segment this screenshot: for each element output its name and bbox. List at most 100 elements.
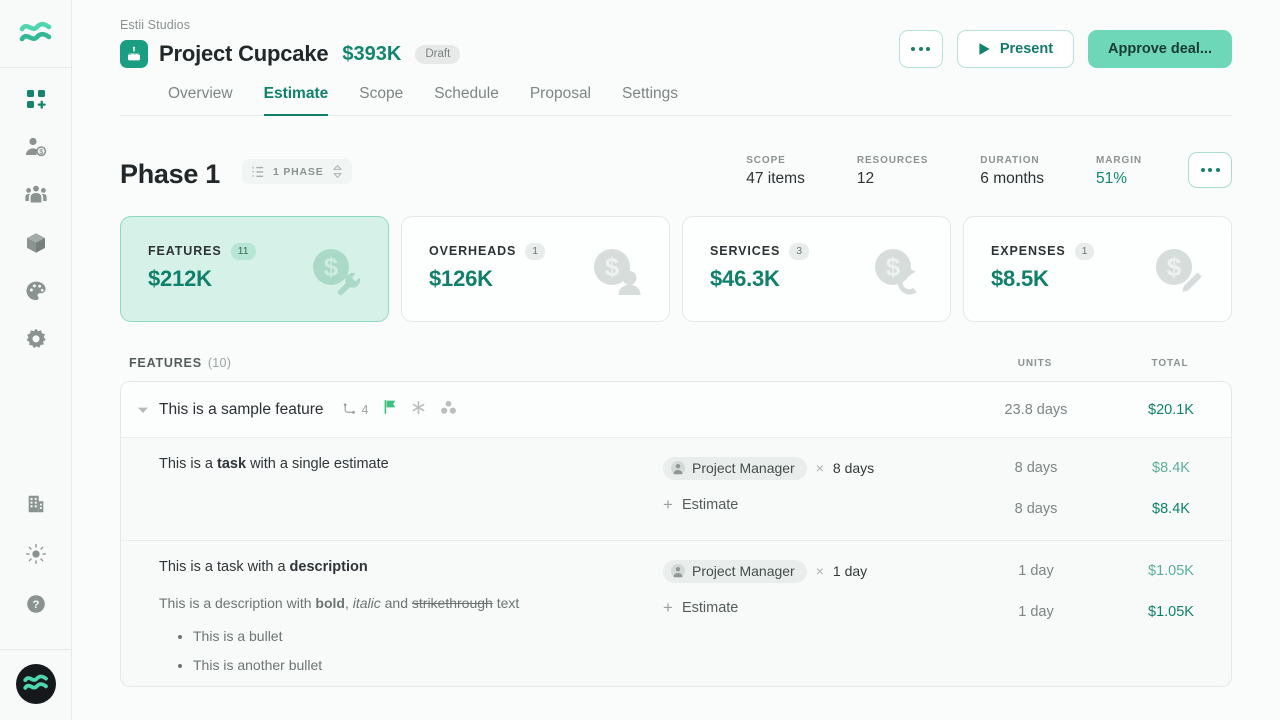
feature-meta-icons: 4 (342, 399, 457, 420)
user-avatar-container (0, 649, 71, 720)
dashboard-grid-plus-icon (26, 90, 46, 109)
column-header-total: TOTAL (1151, 357, 1189, 369)
present-button[interactable]: Present (956, 30, 1075, 68)
people-dots-icon[interactable] (440, 400, 457, 420)
subtask-count-icon (343, 402, 355, 414)
feature-units: 23.8 days (1004, 401, 1068, 418)
stat-scope-value: 47 items (746, 170, 805, 187)
sidebar-item-branding[interactable] (16, 274, 56, 308)
stat-scope-label: SCOPE (746, 155, 786, 166)
add-estimate-button[interactable]: + Estimate (663, 496, 738, 513)
task-units-2: 1 day (1018, 604, 1054, 620)
help-circle-icon: ? (26, 595, 45, 613)
person-dollar-icon: $ (25, 137, 46, 157)
desc-post: text (492, 594, 520, 611)
desc-mid: , (344, 594, 353, 611)
sidebar-item-theme-toggle[interactable] (16, 537, 56, 571)
task-estimate-column: Project Manager × 8 days + Estimate (661, 455, 961, 513)
sidebar: $ ? (0, 0, 72, 720)
subtask-count[interactable]: 4 (342, 403, 369, 417)
card-features[interactable]: FEATURES 11 $212K $ (120, 216, 389, 322)
sidebar-item-products[interactable] (16, 226, 56, 260)
table-row-task: This is a task with a description This i… (121, 541, 1231, 686)
phase-selector[interactable]: 1 PHASE (241, 159, 352, 184)
features-table: This is a sample feature 4 23.8 days $20… (120, 381, 1232, 687)
stat-duration: DURATION 6 months (980, 155, 1044, 188)
topbar: Estii Studios Project Cupcake $393K Draf… (72, 0, 1280, 116)
tab-estimate[interactable]: Estimate (263, 85, 329, 116)
tab-schedule[interactable]: Schedule (434, 85, 499, 116)
task-text-column[interactable]: This is a task with a single estimate (121, 455, 661, 475)
task-title-bold: task (217, 456, 247, 472)
multiply-symbol: × (815, 563, 824, 579)
task-title-pre: This is a (159, 456, 218, 472)
resource-pill[interactable]: Project Manager (663, 559, 807, 583)
table-row-feature[interactable]: This is a sample feature 4 23.8 days $20… (121, 382, 1231, 438)
sidebar-item-dashboard[interactable] (16, 82, 56, 116)
sidebar-item-settings[interactable] (16, 322, 56, 356)
dollar-wrench-icon: $ (310, 247, 364, 304)
task-main-line: This is a task with a single estimate Pr… (121, 438, 1231, 522)
task-bullet-list: This is a bullet This is another bullet (159, 627, 661, 674)
task-units-row-2: 8 days $8.4K (961, 496, 1231, 522)
sidebar-item-resources[interactable] (16, 178, 56, 212)
person-avatar-icon (671, 563, 685, 578)
caret-down-icon[interactable] (137, 406, 159, 414)
list-item: This is another bullet (193, 656, 661, 674)
palette-icon (26, 281, 45, 301)
project-value: $393K (342, 42, 402, 65)
task-text-column[interactable]: This is a task with a description This i… (121, 558, 661, 686)
tab-overview[interactable]: Overview (168, 85, 233, 116)
flag-icon[interactable] (383, 399, 397, 420)
card-services[interactable]: SERVICES 3 $46.3K $ (682, 216, 951, 322)
sidebar-item-deals[interactable]: $ (16, 130, 56, 164)
estimate-value[interactable]: 8 days (833, 460, 874, 476)
estimate-value[interactable]: 1 day (833, 563, 867, 579)
tab-proposal[interactable]: Proposal (530, 85, 591, 116)
stat-resources: RESOURCES 12 (857, 155, 928, 188)
card-expenses[interactable]: EXPENSES 1 $8.5K $ (963, 216, 1232, 322)
table-section-label: FEATURES (129, 356, 202, 370)
resource-pill[interactable]: Project Manager (663, 456, 807, 480)
list-item: This is a bullet (193, 627, 661, 645)
phase-header: Phase 1 1 PHASE SCOPE 47 items RESOURCES… (120, 152, 1232, 190)
more-options-button[interactable] (898, 30, 943, 68)
dollar-refresh-icon: $ (872, 247, 926, 304)
ellipsis-icon (911, 47, 931, 51)
project-icon (120, 40, 148, 68)
tab-settings[interactable]: Settings (622, 85, 678, 116)
page-title: Project Cupcake (159, 41, 329, 66)
sidebar-item-company[interactable] (16, 487, 56, 521)
app-root: $ ? Estii Studios Project Cupcake $393K … (0, 0, 1280, 720)
asterisk-icon[interactable] (411, 400, 426, 420)
person-avatar-icon (671, 460, 685, 475)
desc-pre: This is a description with (159, 594, 316, 611)
sidebar-item-help[interactable]: ? (16, 587, 56, 621)
header-actions: Present Approve deal... (898, 30, 1232, 68)
task-units-column: 1 day $1.05K 1 day $1.05K (961, 558, 1231, 625)
svg-text:$: $ (605, 252, 620, 282)
task-total-2: $8.4K (1152, 501, 1190, 517)
desc-bold: bold (315, 594, 345, 611)
card-services-badge: 3 (789, 243, 810, 260)
phase-more-button[interactable] (1188, 152, 1232, 188)
tab-scope[interactable]: Scope (359, 85, 403, 116)
dollar-person-icon: $ (591, 247, 645, 304)
estimate-line: Project Manager × 1 day (663, 558, 867, 584)
avatar[interactable] (15, 664, 56, 704)
card-overheads[interactable]: OVERHEADS 1 $126K $ (401, 216, 670, 322)
sidebar-nav: $ (16, 68, 56, 356)
task-title: This is a task with a description (159, 558, 661, 578)
phase-selector-label: 1 PHASE (272, 165, 324, 178)
app-logo[interactable] (0, 0, 71, 68)
table-header: FEATURES (10) UNITS TOTAL (120, 356, 1232, 370)
chevron-up-down-icon (332, 165, 342, 178)
approve-deal-button[interactable]: Approve deal... (1088, 30, 1232, 68)
category-cards: FEATURES 11 $212K $ OVERHEADS 1 $126K $ … (120, 216, 1232, 322)
task-units-2: 8 days (1014, 501, 1058, 517)
column-header-units: UNITS (1017, 357, 1053, 369)
task-description: This is a description with bold, italic … (159, 594, 661, 614)
sidebar-bottom-nav: ? (0, 487, 71, 720)
card-features-label: FEATURES (148, 244, 222, 259)
add-estimate-button[interactable]: + Estimate (663, 599, 738, 616)
